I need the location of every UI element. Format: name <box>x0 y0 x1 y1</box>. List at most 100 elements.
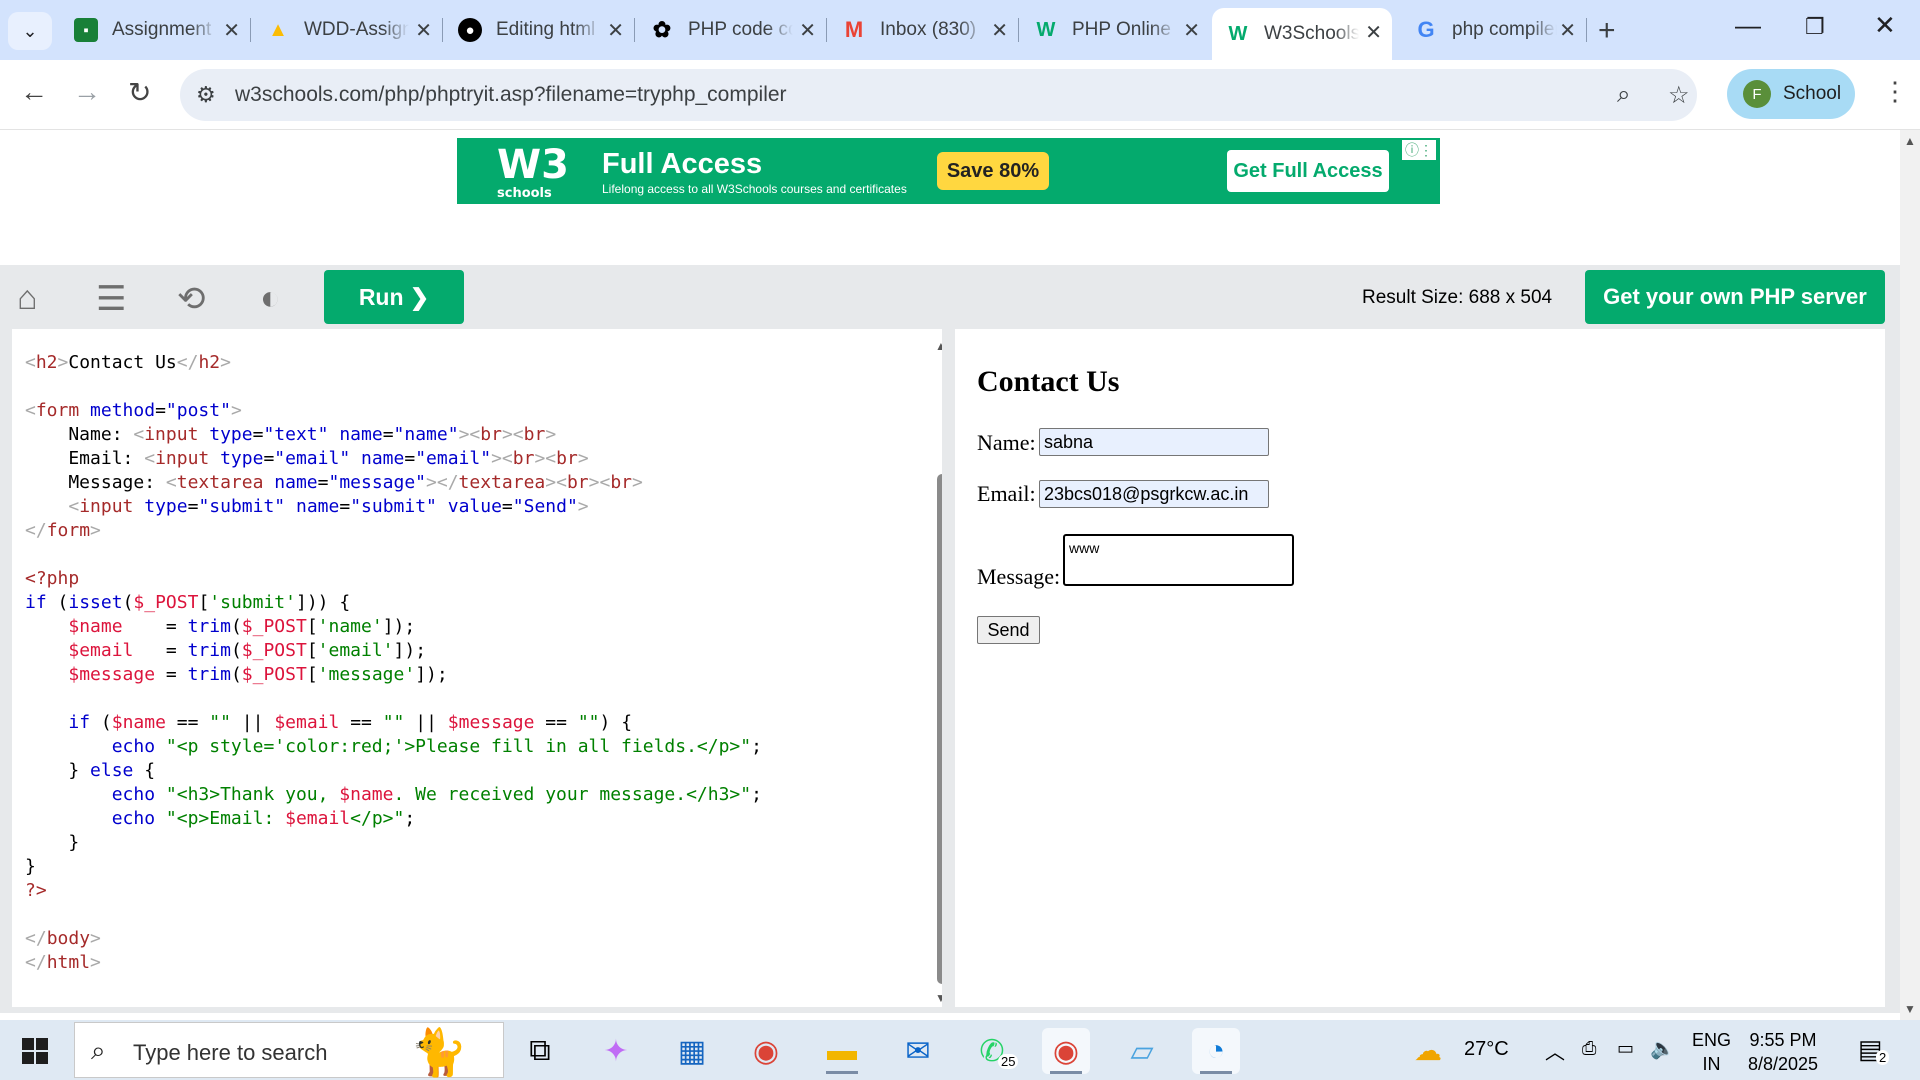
code-editor[interactable]: <h2>Contact Us</h2> <form method="post">… <box>12 329 942 1007</box>
close-icon[interactable]: ✕ <box>223 18 240 43</box>
minimize-button[interactable]: — <box>1735 10 1761 41</box>
ad-banner[interactable]: W3 schools Full Access Lifelong access t… <box>457 138 1440 204</box>
tab-php-compiler[interactable]: G php compiler ✕ <box>1400 8 1586 52</box>
email-label: Email: <box>977 481 1036 506</box>
tab-wdd-assignment[interactable]: ▲ WDD-Assignment ✕ <box>252 8 442 52</box>
search-icon: ⌕ <box>91 1035 106 1065</box>
tab-separator <box>1586 18 1587 42</box>
tab-search-button[interactable]: ⌄ <box>8 12 52 50</box>
whatsapp-icon[interactable]: ✆ 25 <box>968 1028 1019 1074</box>
cat-illustration-icon: 🐈 <box>410 1026 468 1078</box>
ad-cta-button[interactable]: Get Full Access <box>1227 150 1389 192</box>
copilot-icon[interactable]: ✦ <box>592 1028 640 1074</box>
close-icon[interactable]: ✕ <box>991 18 1008 43</box>
w3schools-icon: W <box>1228 22 1248 45</box>
gmail-icon: M <box>844 17 864 42</box>
github-icon: ● <box>458 18 482 42</box>
browser-tab-strip: ⌄ ▪ Assignment ✕ ▲ WDD-Assignment ✕ ● Ed… <box>0 0 1920 60</box>
ad-info-icon[interactable]: ⓘ⋮ <box>1402 140 1436 160</box>
back-button[interactable]: ← <box>20 76 48 108</box>
menu-icon[interactable]: ☰ <box>96 279 126 319</box>
ad-headline: Full Access <box>602 148 763 180</box>
running-indicator <box>1200 1071 1232 1074</box>
tab-w3schools[interactable]: W W3Schools ✕ <box>1212 8 1392 60</box>
tab-php-code[interactable]: ✿ PHP code compiler ✕ <box>636 8 826 52</box>
windows-taskbar: ⌕ Type here to search 🐈 ⧉ ✦ ▦ ◉ ▬ ✉ ✆ 25 … <box>0 1020 1920 1080</box>
code-text[interactable]: <h2>Contact Us</h2> <form method="post">… <box>25 351 762 975</box>
edge-icon[interactable]: ◔ <box>1192 1028 1240 1074</box>
task-view-icon[interactable]: ⧉ <box>516 1028 564 1074</box>
ad-subline: Lifelong access to all W3Schools courses… <box>602 182 907 196</box>
result-frame: Contact Us Name: sabna Email: 23bcs018@p… <box>955 329 1885 1007</box>
close-icon[interactable]: ✕ <box>799 18 816 43</box>
scroll-up-icon[interactable]: ▲ <box>935 339 942 353</box>
zoom-icon[interactable]: ⌕ <box>1617 81 1630 109</box>
close-icon[interactable]: ✕ <box>1183 18 1200 43</box>
w3schools-icon: W <box>1036 18 1056 41</box>
forward-button[interactable]: → <box>73 76 101 108</box>
tab-separator <box>250 18 251 42</box>
close-icon[interactable]: ✕ <box>1365 20 1382 45</box>
volume-icon[interactable]: 🔈 <box>1650 1036 1675 1061</box>
notepad-icon[interactable]: ▱ <box>1118 1028 1166 1074</box>
page-scrollbar[interactable]: ▲ ▼ <box>1900 130 1920 1020</box>
kebab-menu-icon[interactable]: ⋮ <box>1882 76 1908 107</box>
classroom-icon: ▪ <box>74 18 98 42</box>
message-textarea[interactable]: www <box>1063 534 1294 586</box>
w3schools-logo: W3 schools <box>497 142 569 201</box>
avatar: F <box>1743 80 1771 108</box>
tray-overflow-icon[interactable]: ︿ <box>1545 1036 1565 1065</box>
result-heading: Contact Us <box>977 365 1120 398</box>
weather-temp[interactable]: 27°C <box>1464 1038 1509 1061</box>
theme-toggle-icon[interactable]: ◐ <box>260 279 281 318</box>
scroll-up-icon[interactable]: ▲ <box>1904 134 1916 148</box>
google-icon: G <box>1417 17 1435 42</box>
profile-button[interactable]: F School <box>1727 69 1855 119</box>
reload-button[interactable]: ↻ <box>128 76 151 109</box>
tab-php-online[interactable]: W PHP Online Compiler ✕ <box>1020 8 1210 52</box>
tab-assignment[interactable]: ▪ Assignment ✕ <box>60 8 250 52</box>
code-scrollbar[interactable]: ▲ ▼ <box>935 339 942 1007</box>
close-icon[interactable]: ✕ <box>607 18 624 43</box>
result-size-label: Result Size: 688 x 504 <box>1362 287 1553 308</box>
weather-icon[interactable]: ☁ <box>1414 1034 1442 1067</box>
tab-separator <box>634 18 635 42</box>
email-field[interactable]: 23bcs018@psgrkcw.ac.in <box>1039 480 1269 508</box>
site-info-icon[interactable]: ⚙ <box>196 82 216 108</box>
restore-button[interactable]: ❐ <box>1805 14 1825 40</box>
tryit-toolbar: ⌂ ☰ ⟲ ◐ Run ❯ Result Size: 688 x 504 Get… <box>0 265 1900 329</box>
close-icon[interactable]: ✕ <box>415 18 432 43</box>
scroll-down-icon[interactable]: ▼ <box>1904 1002 1916 1016</box>
ad-save-badge: Save 80% <box>937 152 1049 190</box>
new-tab-button[interactable]: + <box>1598 14 1616 48</box>
windows-start-icon[interactable] <box>22 1038 48 1064</box>
chatgpt-icon: ✿ <box>652 17 672 42</box>
home-icon[interactable]: ⌂ <box>17 279 38 318</box>
notification-icon[interactable]: ▤ 2 <box>1858 1034 1890 1065</box>
rotate-layout-icon[interactable]: ⟲ <box>177 279 206 319</box>
input-language[interactable]: ENG IN <box>1692 1028 1731 1076</box>
meet-now-icon[interactable]: ⎙ <box>1582 1038 1596 1059</box>
bookmark-star-icon[interactable]: ☆ <box>1668 81 1690 110</box>
scroll-down-icon[interactable]: ▼ <box>935 991 942 1005</box>
send-button[interactable]: Send <box>977 616 1040 644</box>
chrome-profile-icon[interactable]: ◉ <box>1042 1028 1090 1074</box>
chevron-down-icon: ⌄ <box>22 20 38 41</box>
scrollbar-thumb[interactable] <box>937 474 942 984</box>
tab-editing-html[interactable]: ● Editing html ✕ <box>444 8 634 52</box>
clock[interactable]: 9:55 PM 8/8/2025 <box>1748 1028 1818 1076</box>
run-button[interactable]: Run ❯ <box>324 270 464 324</box>
close-window-button[interactable]: ✕ <box>1874 10 1896 41</box>
name-field[interactable]: sabna <box>1039 428 1269 456</box>
file-explorer-icon[interactable]: ▬ <box>818 1028 866 1074</box>
store-icon[interactable]: ▦ <box>668 1028 716 1074</box>
outlook-icon[interactable]: ✉ <box>894 1028 942 1074</box>
taskbar-search[interactable]: ⌕ Type here to search 🐈 <box>74 1022 504 1078</box>
get-php-server-button[interactable]: Get your own PHP server <box>1585 270 1885 324</box>
close-icon[interactable]: ✕ <box>1559 18 1576 43</box>
tab-inbox[interactable]: M Inbox (830) ✕ <box>828 8 1018 52</box>
drive-icon: ▲ <box>268 18 288 41</box>
address-bar[interactable]: ⚙ w3schools.com/php/phptryit.asp?filenam… <box>180 69 1697 121</box>
chrome-icon[interactable]: ◉ <box>742 1028 790 1074</box>
battery-icon[interactable]: ▭ <box>1617 1038 1634 1059</box>
